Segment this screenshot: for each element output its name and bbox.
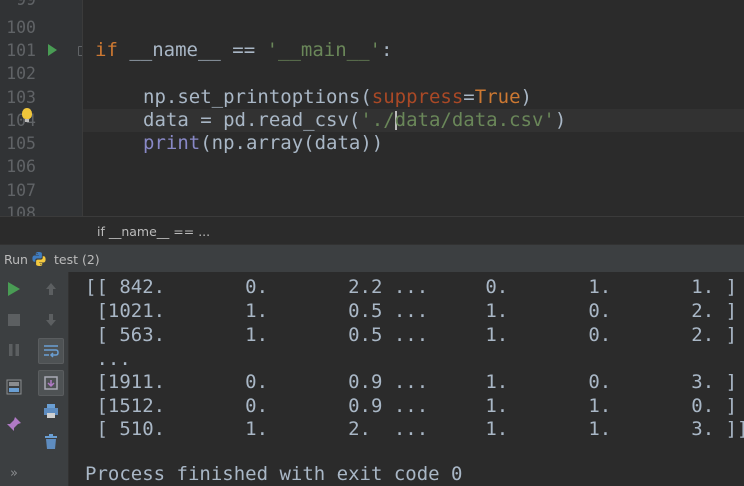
editor-gutter: 99 100 101 102 103 104 105 106 107 108 — [0, 0, 83, 216]
code-text: = — [463, 86, 475, 108]
keyword-if: if — [95, 39, 118, 61]
python-icon — [32, 252, 46, 266]
string-literal: data/data.csv' — [394, 109, 555, 131]
line-number: 108 — [6, 204, 36, 216]
breadcrumb-item[interactable]: if __name__ == ... — [97, 224, 210, 239]
run-label: Run — [4, 252, 28, 267]
soft-wrap-icon[interactable] — [38, 338, 64, 364]
run-icon[interactable] — [3, 278, 25, 300]
code-editor[interactable]: if __name__ == '__main__': np.set_printo… — [83, 0, 744, 216]
stop-icon[interactable] — [3, 309, 25, 331]
layout-icon[interactable] — [3, 376, 25, 398]
run-gutter-icon[interactable] — [48, 44, 57, 56]
code-text: (np.array(data)) — [200, 132, 384, 154]
console-line: [1911. 0. 0.9 ... 1. 0. 3. ] — [85, 371, 738, 393]
keyword-argument: suppress — [371, 86, 464, 108]
code-text: __name__ == — [117, 39, 267, 61]
console-line: [ 563. 1. 0.5 ... 1. 0. 2. ] — [85, 324, 738, 346]
line-number: 103 — [6, 88, 36, 107]
keyword-true: True — [474, 86, 521, 108]
trash-icon[interactable] — [40, 431, 62, 453]
run-toolbar: » — [0, 272, 69, 486]
code-text: np.set_printoptions( — [143, 86, 372, 108]
line-number: 102 — [6, 64, 36, 83]
code-text: data = pd.read_csv( — [143, 109, 361, 131]
down-arrow-icon[interactable] — [40, 309, 62, 331]
line-number: 100 — [6, 18, 36, 37]
console-output[interactable]: [[ 842. 0. 2.2 ... 0. 1. 1. ] [1021. 1. … — [69, 272, 744, 486]
line-number: 105 — [6, 134, 36, 153]
code-text: ) — [554, 109, 567, 131]
up-arrow-icon[interactable] — [40, 278, 62, 300]
line-number: 101 — [6, 41, 36, 60]
string-literal: './ — [360, 109, 395, 131]
code-line-105: print(np.array(data)) — [143, 132, 383, 155]
run-tab-label[interactable]: test (2) — [54, 252, 100, 267]
console-line: [1512. 0. 0.9 ... 1. 1. 0. ] — [85, 395, 738, 417]
print-icon[interactable] — [40, 400, 62, 422]
line-number: 99 — [0, 0, 36, 11]
code-text: ) — [520, 86, 532, 108]
pin-icon[interactable] — [3, 413, 25, 435]
code-line-101: if __name__ == '__main__': — [95, 39, 392, 62]
code-line-104: data = pd.read_csv('./data/data.csv') — [143, 109, 566, 132]
pause-icon[interactable] — [3, 339, 25, 361]
console-line: ... — [85, 348, 131, 370]
more-icon[interactable]: » — [3, 462, 25, 484]
breadcrumb: if __name__ == ... — [0, 216, 744, 244]
run-tool-window-header: Run test (2) — [0, 244, 744, 274]
line-number: 106 — [6, 157, 36, 176]
code-line-103: np.set_printoptions(suppress=True) — [143, 86, 532, 109]
string-literal: '__main__' — [266, 39, 381, 61]
console-line: [ 510. 1. 2. ... 1. 1. 3. ]] — [85, 418, 744, 440]
scroll-to-end-icon[interactable] — [38, 370, 64, 396]
line-number: 107 — [6, 181, 36, 200]
code-text: : — [381, 39, 393, 61]
builtin-print: print — [143, 132, 201, 154]
console-line: [1021. 1. 0.5 ... 1. 0. 2. ] — [85, 300, 738, 322]
console-line: [[ 842. 0. 2.2 ... 0. 1. 1. ] — [85, 276, 738, 298]
process-finished-message: Process finished with exit code 0 — [85, 463, 463, 485]
lightbulb-icon[interactable] — [22, 108, 32, 122]
